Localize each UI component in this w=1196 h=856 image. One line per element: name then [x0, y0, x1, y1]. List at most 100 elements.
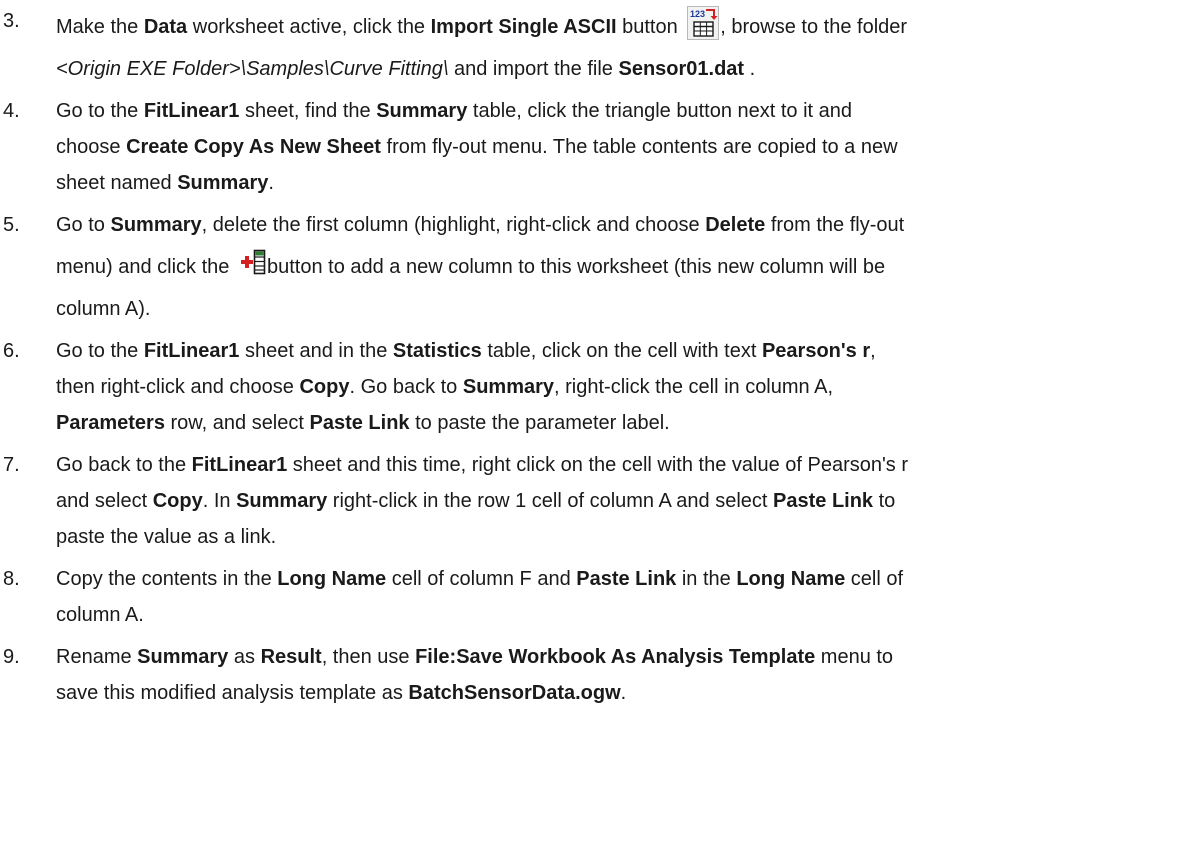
text: column A).	[56, 298, 151, 320]
step-line: column A.	[56, 597, 1192, 633]
text: Go to the	[56, 100, 144, 122]
text: .	[620, 682, 627, 704]
ui-term: FitLinear1	[143, 340, 240, 362]
step-5: 5. Go to Summary, delete the first colum…	[0, 207, 1196, 327]
text: Go to	[56, 214, 111, 236]
text: ,	[870, 340, 876, 362]
step-number: 6.	[3, 340, 20, 362]
file-name: Sensor01.dat	[618, 58, 745, 80]
text: paste the value as a link.	[56, 526, 277, 548]
text: table, click the triangle button next to…	[467, 100, 853, 122]
text: , then use	[321, 646, 416, 668]
import-single-ascii-icon: 123	[687, 6, 720, 40]
text: save this modified analysis template as	[56, 682, 409, 704]
text: , delete the first column (highlight, ri…	[201, 214, 706, 236]
step-number: 7.	[3, 454, 20, 476]
step-number: 8.	[3, 568, 20, 590]
ui-term: Summary	[376, 100, 468, 122]
text: table, click on the cell with text	[481, 340, 762, 362]
step-number: 9.	[3, 646, 20, 668]
ui-term: Copy	[152, 490, 203, 512]
step-line: Rename Summary as Result, then use File:…	[56, 639, 1192, 675]
text: worksheet active, click the	[187, 16, 431, 38]
ui-term: Summary	[177, 172, 269, 194]
step-3: 3. Make the Data worksheet active, click…	[0, 3, 1196, 87]
text: Go to the	[56, 340, 144, 362]
text: menu to	[815, 646, 894, 668]
step-number: 3.	[3, 10, 20, 32]
step-number: 5.	[3, 214, 20, 236]
ui-term: Summary	[236, 490, 328, 512]
step-line: and select Copy. In Summary right-click …	[56, 483, 1192, 519]
ui-term: Summary	[137, 646, 229, 668]
document-page: 3. Make the Data worksheet active, click…	[0, 0, 1196, 856]
ui-term: Long Name	[277, 568, 387, 590]
instruction-list: 3. Make the Data worksheet active, click…	[0, 3, 1196, 711]
text: as	[228, 646, 261, 668]
text: then right-click and choose	[56, 376, 300, 398]
text: sheet and this time, right click on the …	[287, 454, 909, 476]
step-line: menu) and click the button to add a new …	[56, 243, 1192, 291]
ui-term: File:Save Workbook As Analysis Template	[415, 646, 816, 668]
ui-term: Result	[260, 646, 322, 668]
text: cell of	[845, 568, 904, 590]
text: choose	[56, 136, 127, 158]
ui-term: Data	[143, 16, 188, 38]
text: , browse to the folder	[720, 16, 908, 38]
ui-term: Pearson's r	[761, 340, 871, 362]
text: . In	[202, 490, 237, 512]
text: row, and select	[164, 412, 310, 434]
text: Go back to the	[56, 454, 192, 476]
text: , right-click the cell in column A,	[554, 376, 834, 398]
ui-term: Long Name	[736, 568, 846, 590]
ui-term: Paste Link	[309, 412, 410, 434]
step-line: Go back to the FitLinear1 sheet and this…	[56, 447, 1192, 483]
file-name: BatchSensorData.ogw	[408, 682, 621, 704]
text: button	[616, 16, 684, 38]
text: sheet and in the	[239, 340, 393, 362]
step-line: Make the Data worksheet active, click th…	[56, 3, 1192, 51]
step-line: Go to Summary, delete the first column (…	[56, 207, 1192, 243]
ui-term: Parameters	[56, 412, 165, 434]
step-line: column A).	[56, 291, 1192, 327]
step-line: paste the value as a link.	[56, 519, 1192, 555]
step-line: then right-click and choose Copy. Go bac…	[56, 369, 1192, 405]
svg-text:123: 123	[690, 9, 705, 19]
step-line: choose Create Copy As New Sheet from fly…	[56, 129, 1192, 165]
text: Rename	[56, 646, 138, 668]
step-7: 7. Go back to the FitLinear1 sheet and t…	[0, 447, 1196, 555]
text: sheet named	[56, 172, 178, 194]
text: in the	[676, 568, 737, 590]
step-line: Parameters row, and select Paste Link to…	[56, 405, 1192, 441]
ui-term: Paste Link	[773, 490, 874, 512]
ui-term: Summary	[462, 376, 555, 398]
ui-term: Summary	[110, 214, 202, 236]
ui-term: FitLinear1	[191, 454, 288, 476]
text: column A.	[56, 604, 144, 626]
text: to	[873, 490, 896, 512]
text: from fly-out menu. The table contents ar…	[380, 136, 898, 158]
step-line: Go to the FitLinear1 sheet, find the Sum…	[56, 93, 1192, 129]
ui-term: Paste Link	[576, 568, 677, 590]
text: .	[744, 58, 756, 80]
ui-term: Copy	[299, 376, 350, 398]
step-number: 4.	[3, 100, 20, 122]
ui-term: Statistics	[392, 340, 482, 362]
step-4: 4. Go to the FitLinear1 sheet, find the …	[0, 93, 1196, 201]
text: . Go back to	[349, 376, 463, 398]
ui-term: Import Single ASCII	[430, 16, 617, 38]
text: and import the file	[448, 58, 619, 80]
text: menu) and click the	[56, 256, 235, 278]
text: to paste the parameter label.	[409, 412, 670, 434]
text: sheet, find the	[239, 100, 377, 122]
text: and select	[56, 490, 153, 512]
text: cell of column F and	[386, 568, 577, 590]
text: Copy the contents in the	[56, 568, 278, 590]
ui-term: Delete	[705, 214, 766, 236]
step-6: 6. Go to the FitLinear1 sheet and in the…	[0, 333, 1196, 441]
text: Make the	[56, 16, 144, 38]
step-9: 9. Rename Summary as Result, then use Fi…	[0, 639, 1196, 711]
folder-path: <Origin EXE Folder>\Samples\Curve Fittin…	[56, 58, 449, 80]
text: .	[268, 172, 274, 194]
text: right-click in the row 1 cell of column …	[327, 490, 774, 512]
